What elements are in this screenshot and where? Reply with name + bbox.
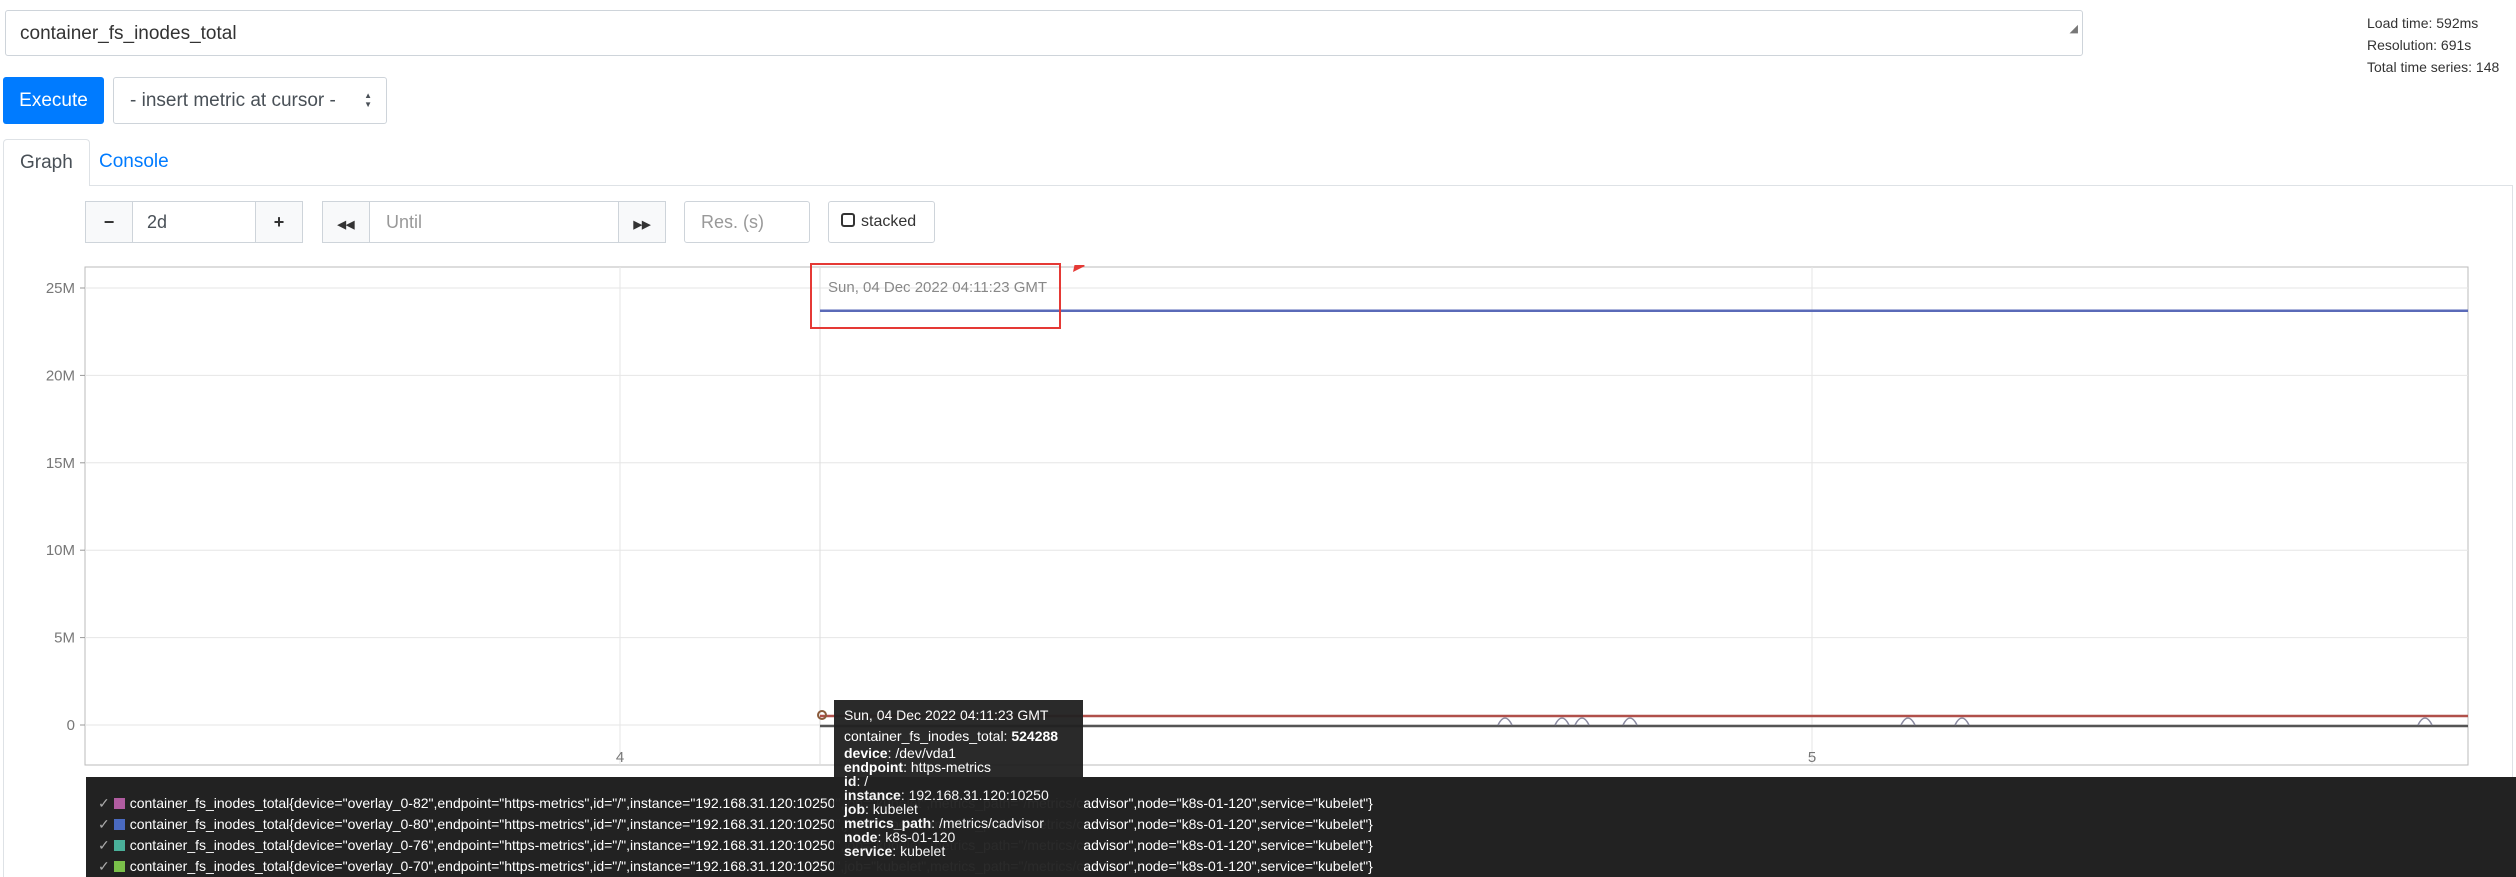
x-tick-label: 4 (616, 749, 624, 766)
check-icon: ✓ (98, 816, 110, 832)
series-point (1954, 717, 1970, 726)
expression-text: container_fs_inodes_total (20, 23, 237, 44)
tooltip-label-key: service (844, 843, 893, 859)
legend-label: container_fs_inodes_total{device="overla… (129, 858, 1373, 874)
tooltip-label-row: node: k8s-01-120 (844, 829, 956, 845)
plot-border (84, 266, 2469, 766)
y-tick-label: 0 (67, 717, 75, 734)
tooltip-label-value: https-metrics (910, 759, 992, 775)
tooltip-value: 524288 (1011, 728, 1059, 744)
tooltip-labels: device: /dev/vda1 endpoint: https-metrics… (844, 746, 1073, 858)
stacked-toggle[interactable]: stacked (828, 201, 935, 243)
until-input[interactable]: Until (370, 201, 620, 243)
tooltip-label-value: 192.168.31.120:10250 (908, 787, 1049, 803)
legend-item[interactable]: ✓ container_fs_inodes_total{device="overl… (86, 793, 2516, 814)
x-tick-label: 5 (1808, 749, 1816, 766)
checkbox-icon (841, 213, 855, 227)
tooltip-value-row: container_fs_inodes_total: 524288 (844, 729, 1073, 743)
legend-swatch (113, 840, 125, 851)
tooltip-label-value: kubelet (900, 843, 946, 859)
tab-console[interactable]: Console (83, 139, 185, 185)
insert-metric-label: - insert metric at cursor - (130, 90, 336, 111)
series-legend: ✓ container_fs_inodes_total{device="overl… (86, 777, 2516, 877)
legend-item[interactable]: ✓ container_fs_inodes_total{device="overl… (86, 814, 2516, 835)
load-time: Load time: 592ms (2367, 15, 2479, 31)
range-input[interactable]: 2d (133, 201, 257, 243)
legend-swatch (113, 861, 125, 872)
query-stats: Load time: 592ms Resolution: 691s Total … (2367, 12, 2499, 78)
legend-label: container_fs_inodes_total{device="overla… (129, 837, 1373, 853)
series-lines (820, 309, 2468, 728)
y-tick-label: 10M (46, 542, 75, 559)
resolution-input[interactable]: Res. (s) (684, 201, 810, 243)
check-icon: ✓ (98, 858, 110, 874)
time-forward-button[interactable]: ▶▶ (618, 201, 666, 243)
resolution: Resolution: 691s (2367, 37, 2472, 53)
annotation-arrow-head (1073, 265, 1085, 272)
series-point (1497, 717, 1513, 726)
select-arrows-icon: ▲ ▼ (364, 91, 372, 109)
series-point (1574, 717, 1590, 726)
tooltip-label-row: instance: 192.168.31.120:10250 (844, 787, 1049, 803)
tooltip-label-row: device: /dev/vda1 (844, 745, 957, 761)
tooltip-label-row: metrics_path: /metrics/cadvisor (844, 815, 1044, 831)
rewind-icon: ◀◀ (337, 219, 355, 231)
range-increase-button[interactable]: + (255, 201, 303, 243)
legend-label: container_fs_inodes_total{device="overla… (129, 795, 1373, 811)
total-time-series: Total time series: 148 (2367, 59, 2500, 75)
tooltip-label-row: endpoint: https-metrics (844, 759, 992, 775)
series-point (2417, 717, 2433, 726)
expression-input[interactable]: container_fs_inodes_total ◢ (5, 10, 2083, 56)
series-point (1622, 717, 1638, 726)
y-tick-label: 20M (46, 367, 75, 384)
series-point (1900, 717, 1916, 726)
x-axis-ticks: 45 (616, 749, 1816, 766)
range-decrease-button[interactable]: − (85, 201, 133, 243)
hover-tooltip: Sun, 04 Dec 2022 04:11:23 GMT container_… (834, 700, 1083, 877)
graph-grid (80, 266, 2469, 766)
tooltip-label-row: id: / (844, 773, 869, 789)
check-icon: ✓ (98, 795, 110, 811)
legend-item[interactable]: ✓ container_fs_inodes_total{device="overl… (86, 835, 2516, 856)
execute-button[interactable]: Execute (3, 77, 104, 124)
check-icon: ✓ (98, 837, 110, 853)
insert-metric-select[interactable]: - insert metric at cursor - ▲ ▼ (113, 77, 387, 124)
stacked-label: stacked (861, 213, 917, 230)
tooltip-metric: container_fs_inodes_total: (844, 728, 1008, 744)
resize-grip-icon[interactable]: ◢ (2070, 6, 2078, 52)
legend-item[interactable]: ✓ container_fs_inodes_total{device="overl… (86, 856, 2516, 877)
y-tick-label: 5M (54, 630, 75, 647)
tooltip-label-row: service: kubelet (844, 843, 946, 859)
y-tick-label: 15M (46, 455, 75, 472)
legend-swatch (113, 819, 125, 830)
time-back-button[interactable]: ◀◀ (322, 201, 370, 243)
legend-label: container_fs_inodes_total{device="overla… (129, 816, 1373, 832)
series-point (1554, 717, 1570, 726)
legend-swatch (113, 798, 125, 809)
graph-area[interactable]: 25M20M15M10M5M0 45 (0, 265, 2516, 777)
tooltip-time: Sun, 04 Dec 2022 04:11:23 GMT (844, 707, 1049, 723)
annotation-arrow (1073, 265, 1085, 272)
y-axis-ticks: 25M 20M 15M 10M 5M 0 (46, 280, 75, 734)
fast-forward-icon: ▶▶ (633, 219, 651, 231)
tab-graph[interactable]: Graph (3, 139, 90, 186)
annotation-highlight-box (810, 263, 1061, 329)
tooltip-label-row: job: kubelet (844, 801, 918, 817)
y-tick-label: 25M (46, 280, 75, 297)
